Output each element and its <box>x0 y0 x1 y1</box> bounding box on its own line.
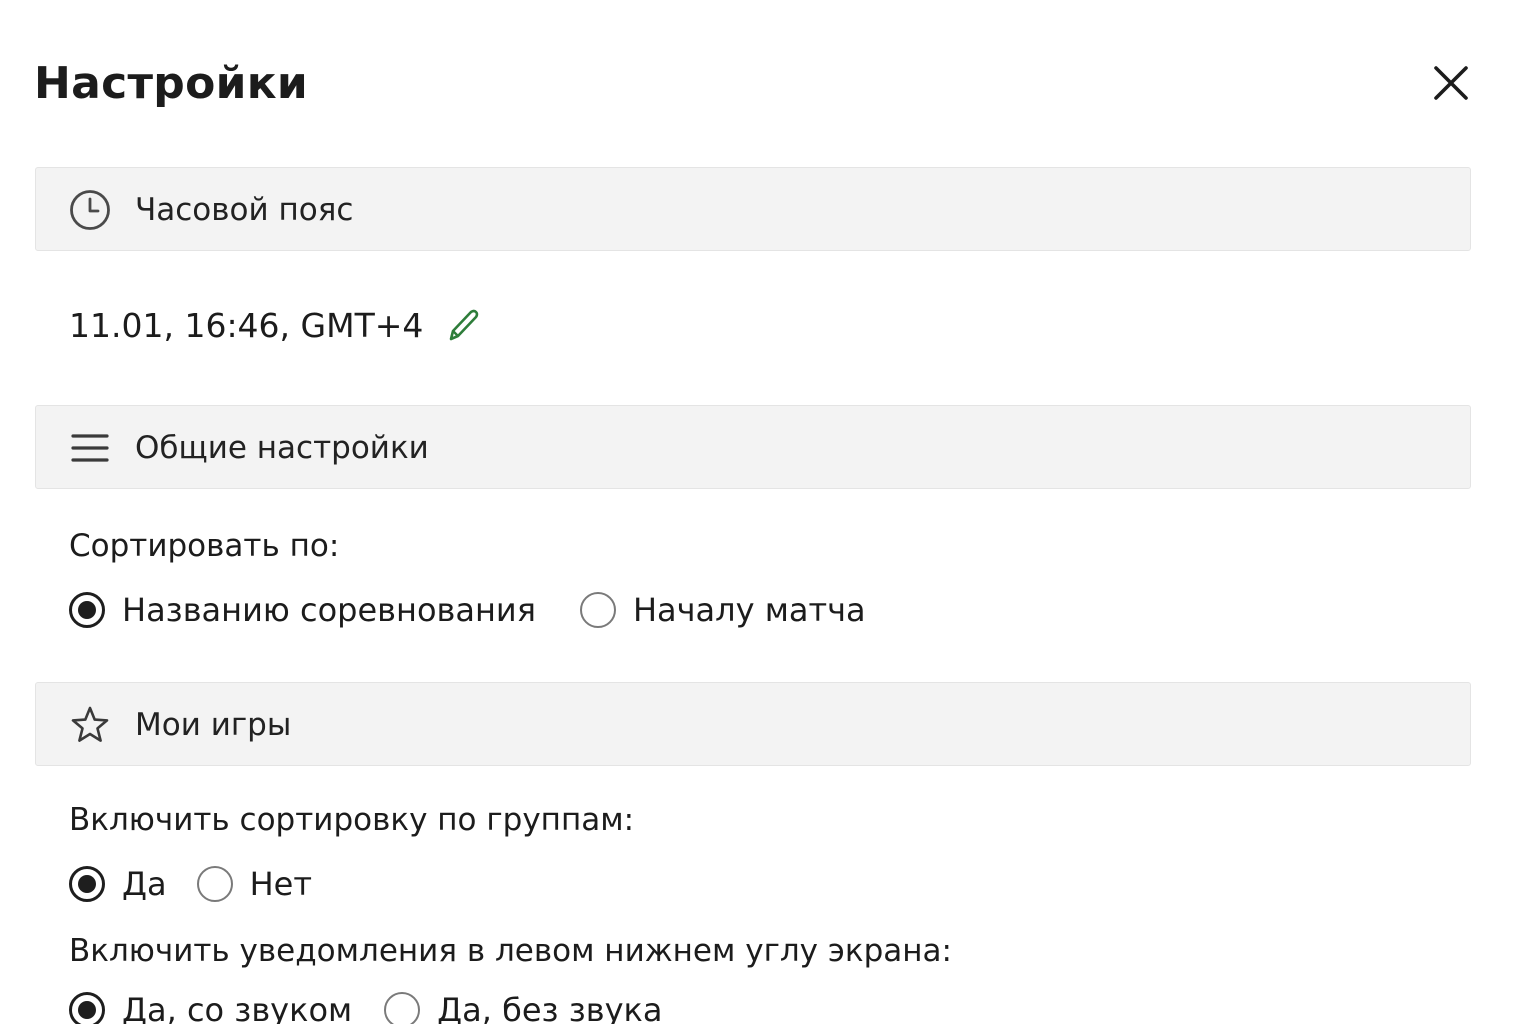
radio-label: Нет <box>249 865 312 903</box>
timezone-row: 11.01, 16:46, GMT+4 <box>69 300 481 350</box>
edit-timezone-button[interactable] <box>445 307 481 343</box>
section-label-my-games: Мои игры <box>135 707 292 743</box>
settings-dialog: Настройки Часовой пояс 11.01, 16:46, GMT… <box>0 0 1536 1024</box>
radio-circle <box>69 592 105 628</box>
radio-label: Да, без звука <box>437 991 663 1024</box>
sort-options: Названию соревнования Началу матча <box>69 585 866 635</box>
radio-group-sort-no[interactable]: Нет <box>196 865 312 903</box>
radio-sort-match-start[interactable]: Началу матча <box>579 591 866 629</box>
star-icon <box>69 704 111 746</box>
section-header-my-games: Мои игры <box>35 682 1471 766</box>
radio-group-sort-yes[interactable]: Да <box>69 865 167 903</box>
radio-notifications-silent[interactable]: Да, без звука <box>384 991 662 1024</box>
close-icon <box>1434 66 1468 100</box>
timezone-value: 11.01, 16:46, GMT+4 <box>69 305 424 345</box>
section-label-general: Общие настройки <box>135 430 429 466</box>
section-header-general: Общие настройки <box>35 405 1471 489</box>
notifications-label: Включить уведомления в левом нижнем углу… <box>69 933 953 969</box>
radio-notifications-sound[interactable]: Да, со звуком <box>69 991 352 1024</box>
radio-circle <box>69 866 105 902</box>
pencil-icon <box>450 309 479 341</box>
group-sort-options: Да Нет <box>69 859 312 909</box>
group-sort-label: Включить сортировку по группам: <box>69 802 635 838</box>
dialog-title: Настройки <box>34 58 309 109</box>
radio-circle <box>69 992 105 1024</box>
radio-circle <box>196 866 233 902</box>
radio-circle <box>579 592 616 628</box>
radio-sort-competition[interactable]: Названию соревнования <box>69 591 536 629</box>
section-label-timezone: Часовой пояс <box>135 192 354 228</box>
close-button[interactable] <box>1428 60 1474 106</box>
radio-label: Названию соревнования <box>122 591 536 629</box>
section-header-timezone: Часовой пояс <box>35 167 1471 251</box>
radio-label: Началу матча <box>632 591 866 629</box>
notifications-options: Да, со звуком Да, без звука <box>69 985 662 1024</box>
radio-label: Да, со звуком <box>122 991 353 1024</box>
radio-label: Да <box>122 865 167 903</box>
menu-icon <box>69 427 111 469</box>
clock-icon <box>69 189 111 231</box>
radio-circle <box>384 992 421 1024</box>
sort-label: Сортировать по: <box>69 528 340 564</box>
